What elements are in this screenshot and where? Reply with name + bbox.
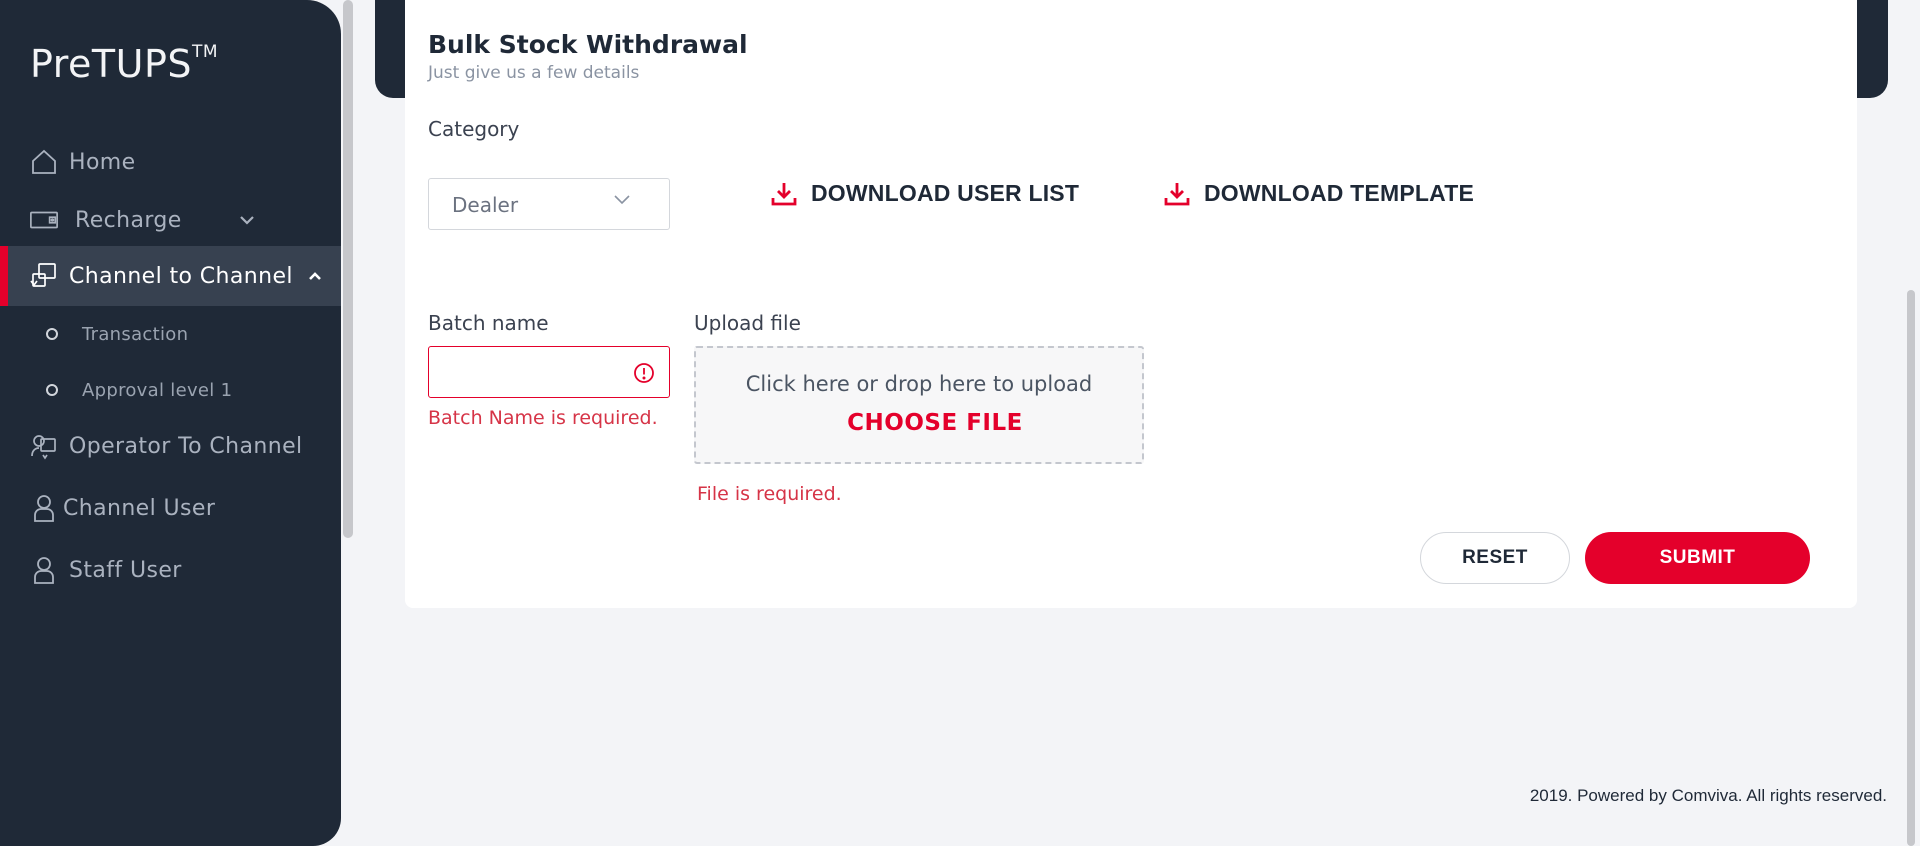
- sidebar-item-operator-to-channel[interactable]: Operator To Channel: [0, 416, 341, 476]
- download-icon: [1164, 181, 1190, 207]
- sidebar-subitem-approval-level-1[interactable]: Approval level 1: [0, 370, 341, 410]
- download-template-label: DOWNLOAD TEMPLATE: [1204, 180, 1475, 206]
- bullet-icon: [46, 328, 58, 340]
- batch-name-label: Batch name: [428, 311, 549, 335]
- sidebar-item-channel-to-channel[interactable]: Channel to Channel: [0, 246, 341, 306]
- sidebar-item-home[interactable]: Home: [0, 132, 341, 192]
- recharge-icon: [29, 205, 59, 235]
- batch-name-error: Batch Name is required.: [428, 407, 658, 429]
- dropzone-hint: Click here or drop here to upload: [745, 372, 1093, 396]
- category-select-value: Dealer: [452, 193, 519, 217]
- form-card: [405, 0, 1857, 608]
- download-icon: [771, 181, 797, 207]
- file-error: File is required.: [697, 483, 842, 505]
- footer-text: 2019. Powered by Comviva. All rights res…: [1529, 786, 1887, 805]
- scrollbar-thumb[interactable]: [1907, 290, 1915, 846]
- chevron-down-icon[interactable]: [236, 209, 258, 231]
- sidebar-item-channel-user[interactable]: Channel User: [0, 478, 341, 538]
- channel-transfer-icon: [29, 261, 59, 291]
- batch-name-input[interactable]: [428, 346, 670, 398]
- sidebar-item-label: Channel to Channel: [69, 263, 293, 289]
- sidebar: PreTUPSTM Home Recharge Channel to Chann…: [0, 0, 341, 846]
- sidebar-item-label: Channel User: [63, 495, 216, 521]
- app-logo[interactable]: PreTUPSTM: [30, 42, 218, 86]
- error-icon: [633, 362, 655, 384]
- file-dropzone[interactable]: Click here or drop here to upload CHOOSE…: [694, 346, 1144, 464]
- reset-button[interactable]: RESET: [1420, 532, 1570, 584]
- download-user-list-link[interactable]: DOWNLOAD USER LIST: [771, 180, 1079, 207]
- choose-file-button[interactable]: CHOOSE FILE: [712, 410, 1158, 436]
- category-select[interactable]: Dealer: [428, 178, 670, 230]
- sidebar-item-label: Staff User: [69, 557, 182, 583]
- page-scrollbar[interactable]: [1902, 0, 1920, 846]
- user-icon: [29, 555, 59, 585]
- sidebar-item-label: Operator To Channel: [69, 433, 303, 459]
- page-title: Bulk Stock Withdrawal: [428, 30, 748, 59]
- category-label: Category: [428, 117, 520, 141]
- page-subtitle: Just give us a few details: [428, 63, 640, 83]
- logo-trademark: TM: [191, 42, 219, 63]
- chevron-down-icon: [613, 193, 633, 213]
- home-icon: [29, 147, 59, 177]
- download-template-link[interactable]: DOWNLOAD TEMPLATE: [1164, 180, 1474, 207]
- sidebar-item-label: Recharge: [75, 207, 182, 233]
- sidebar-item-recharge[interactable]: Recharge: [0, 190, 341, 250]
- user-icon: [29, 493, 59, 523]
- scrollbar-thumb[interactable]: [343, 0, 353, 538]
- sidebar-item-label: Home: [69, 149, 136, 175]
- bullet-icon: [46, 384, 58, 396]
- logo-text: PreTUPS: [30, 42, 192, 86]
- download-user-list-label: DOWNLOAD USER LIST: [811, 180, 1080, 206]
- sidebar-item-staff-user[interactable]: Staff User: [0, 540, 341, 600]
- submit-button[interactable]: SUBMIT: [1585, 532, 1810, 584]
- sidebar-subitem-transaction[interactable]: Transaction: [0, 314, 341, 354]
- sidebar-subitem-label: Transaction: [82, 323, 189, 345]
- sidebar-scrollbar[interactable]: [343, 0, 353, 846]
- chevron-up-icon[interactable]: [304, 265, 326, 287]
- operator-icon: [29, 431, 59, 461]
- sidebar-subitem-label: Approval level 1: [82, 379, 233, 401]
- upload-file-label: Upload file: [694, 311, 801, 335]
